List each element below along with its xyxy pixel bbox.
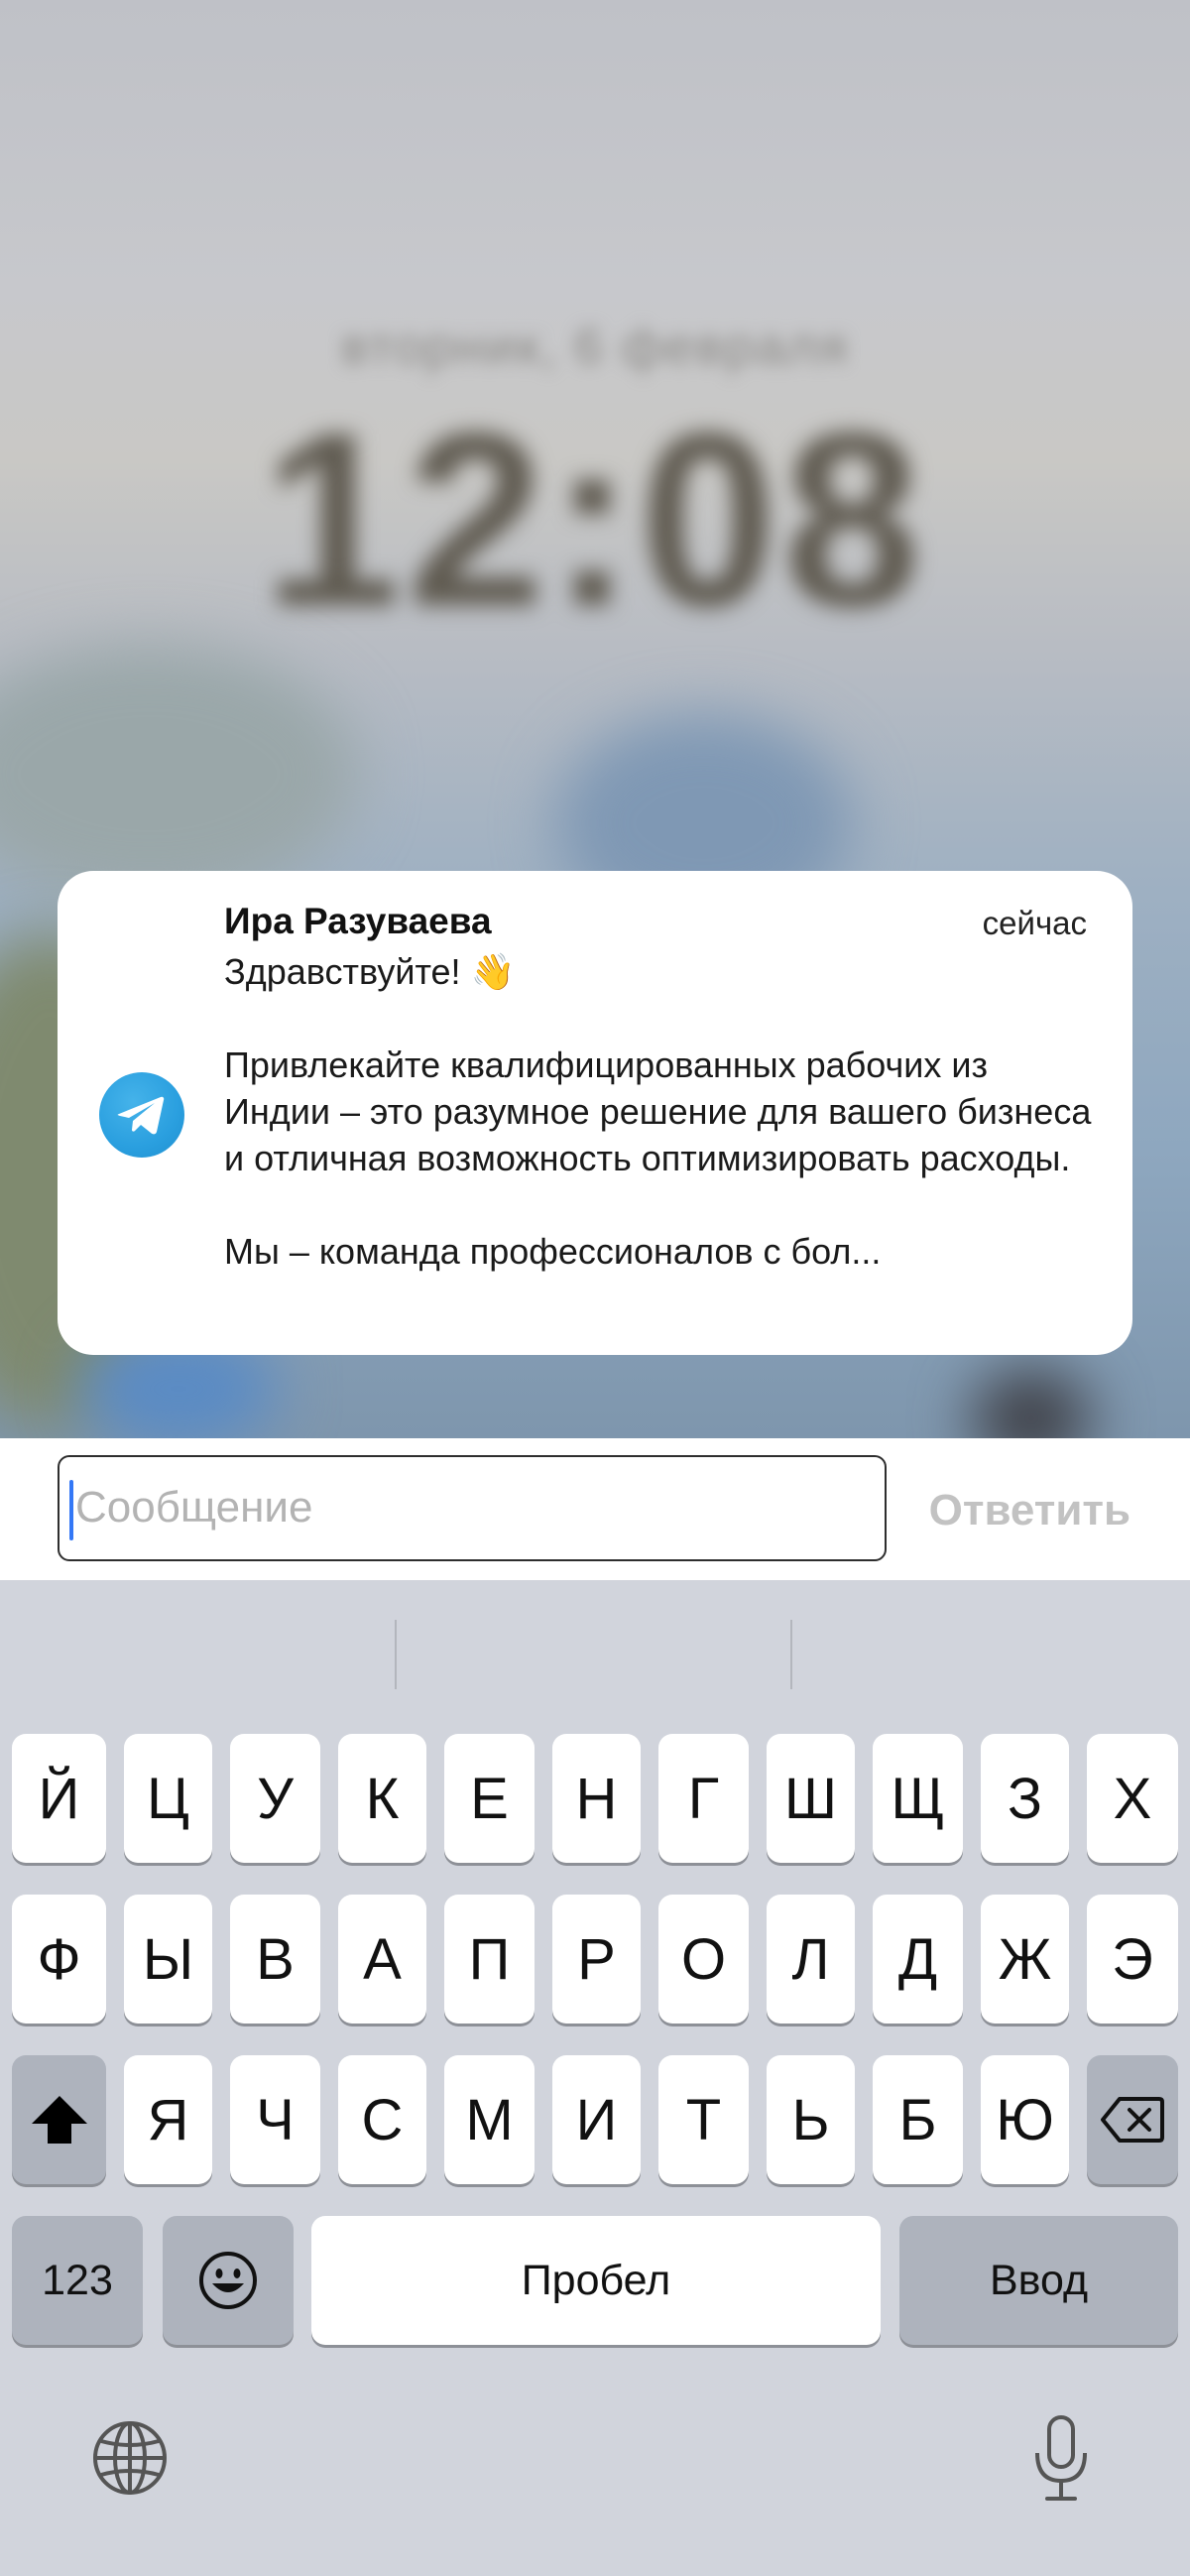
key[interactable]: Ы (124, 1895, 212, 2024)
suggestion-divider (395, 1620, 397, 1689)
key[interactable]: Ц (124, 1734, 212, 1863)
key[interactable]: И (552, 2055, 641, 2184)
key[interactable]: Л (767, 1895, 855, 2024)
key[interactable]: Д (873, 1895, 963, 2024)
key[interactable]: Ю (981, 2055, 1069, 2184)
key[interactable]: Ж (981, 1895, 1069, 2024)
lockscreen-time: 12:08 (263, 381, 927, 658)
microphone-icon[interactable] (1029, 2413, 1093, 2505)
notification-sender: Ира Разуваева (224, 901, 492, 941)
key[interactable]: Й (12, 1734, 106, 1863)
delete-key[interactable] (1087, 2055, 1178, 2184)
shift-key[interactable] (12, 2055, 106, 2184)
reply-button[interactable]: Ответить (929, 1486, 1130, 1535)
notification-paragraph-truncated: Мы – команда профессионалов с бол... (224, 1231, 882, 1272)
key[interactable]: Г (658, 1734, 749, 1863)
enter-key[interactable]: Ввод (899, 2216, 1178, 2345)
keyboard: Й Ц У К Е Н Г Ш Щ З Х Ф Ы В А П Р О Л Д … (0, 1580, 1190, 2576)
lockscreen-date: вторник, 6 февраля (341, 318, 849, 376)
emoji-key[interactable] (163, 2216, 294, 2345)
key[interactable]: Ч (230, 2055, 320, 2184)
telegram-notification[interactable]: Ира Разуваева сейчас Здравствуйте! 👋 При… (58, 871, 1132, 1355)
key[interactable]: М (444, 2055, 535, 2184)
key[interactable]: Е (444, 1734, 535, 1863)
globe-icon[interactable] (91, 2419, 169, 2497)
notification-greeting: Здравствуйте! 👋 (224, 951, 516, 992)
key[interactable]: К (338, 1734, 426, 1863)
key[interactable]: Ь (767, 2055, 855, 2184)
key[interactable]: З (981, 1734, 1069, 1863)
key[interactable]: О (658, 1895, 749, 2024)
key[interactable]: Н (552, 1734, 641, 1863)
key[interactable]: Ф (12, 1895, 106, 2024)
key[interactable]: Я (124, 2055, 212, 2184)
key[interactable]: Ш (767, 1734, 855, 1863)
key[interactable]: Р (552, 1895, 641, 2024)
key[interactable]: Х (1087, 1734, 1178, 1863)
key[interactable]: В (230, 1895, 320, 2024)
message-input[interactable]: Сообщение (58, 1455, 887, 1561)
key[interactable]: Т (658, 2055, 749, 2184)
key[interactable]: А (338, 1895, 426, 2024)
key[interactable]: Э (1087, 1895, 1178, 2024)
message-placeholder: Сообщение (75, 1483, 313, 1532)
shift-icon (31, 2096, 87, 2144)
numbers-key[interactable]: 123 (12, 2216, 143, 2345)
key[interactable]: С (338, 2055, 426, 2184)
delete-icon (1101, 2097, 1164, 2143)
emoji-icon (199, 2252, 257, 2309)
background-blur (0, 645, 357, 903)
notification-paragraph: Привлекайте квалифицированных рабочих из… (224, 1044, 1092, 1178)
key[interactable]: Щ (873, 1734, 963, 1863)
notification-body: Здравствуйте! 👋 Привлекайте квалифициров… (224, 948, 1097, 1275)
suggestion-divider (790, 1620, 792, 1689)
background-blur (972, 1369, 1091, 1438)
key[interactable]: Б (873, 2055, 963, 2184)
key[interactable]: П (444, 1895, 535, 2024)
key[interactable]: У (230, 1734, 320, 1863)
space-key[interactable]: Пробел (311, 2216, 881, 2345)
reply-bar: Сообщение Ответить (0, 1438, 1190, 1580)
telegram-icon (99, 1072, 184, 1158)
notification-time: сейчас (982, 905, 1087, 941)
text-caret (69, 1480, 73, 1540)
